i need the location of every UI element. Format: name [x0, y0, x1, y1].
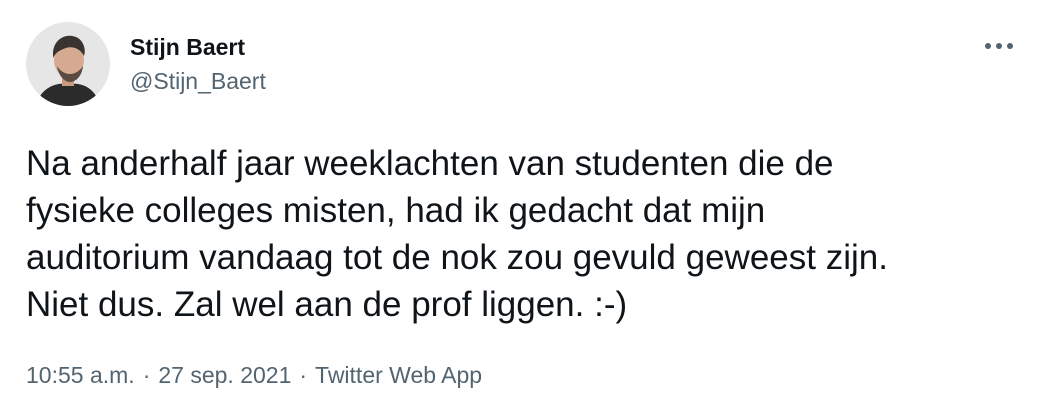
author-display-name[interactable]: Stijn Baert [130, 32, 266, 62]
avatar-image [26, 22, 110, 106]
separator-dot: · [142, 362, 151, 388]
avatar[interactable] [26, 22, 110, 106]
tweet-metadata: 10:55 a.m. · 27 sep. 2021 · Twitter Web … [26, 360, 482, 390]
more-options-button[interactable] [981, 34, 1017, 58]
separator-dot: · [299, 362, 308, 388]
tweet-header: Stijn Baert @Stijn_Baert [26, 22, 266, 106]
tweet-card: Stijn Baert @Stijn_Baert Na anderhalf ja… [0, 0, 1041, 418]
author-handle[interactable]: @Stijn_Baert [130, 66, 266, 96]
tweet-date[interactable]: 27 sep. 2021 [158, 360, 291, 390]
author-names: Stijn Baert @Stijn_Baert [130, 32, 266, 96]
more-horizontal-icon [985, 43, 1013, 49]
tweet-time[interactable]: 10:55 a.m. [26, 360, 135, 390]
tweet-text: Na anderhalf jaar weeklachten van studen… [26, 144, 888, 324]
tweet-source[interactable]: Twitter Web App [315, 360, 482, 390]
